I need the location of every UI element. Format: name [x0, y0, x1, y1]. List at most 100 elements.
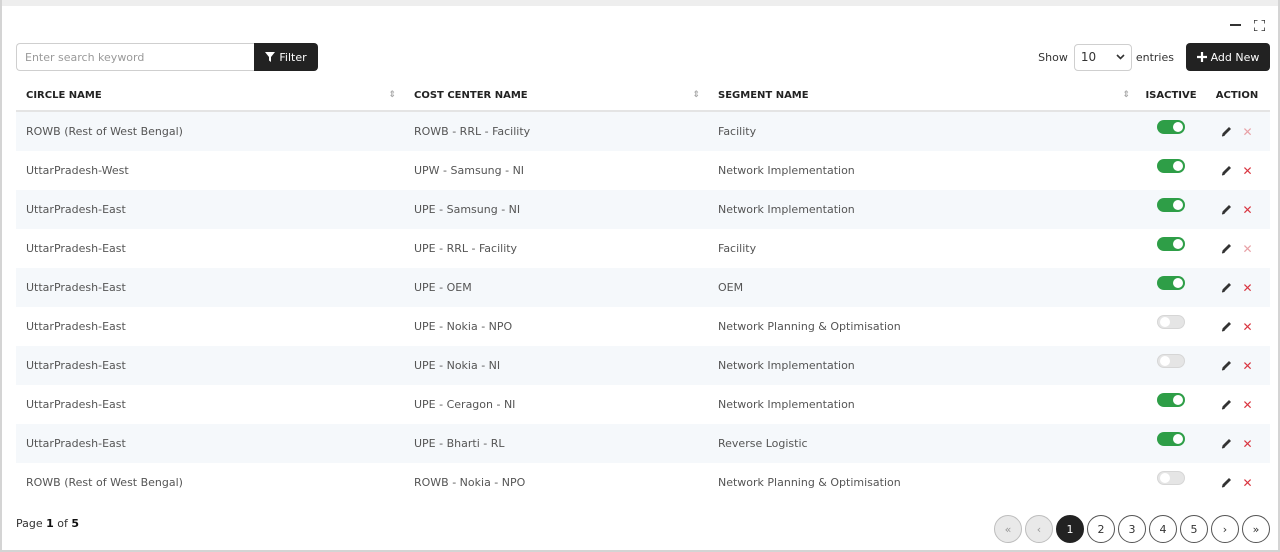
minus-icon — [1229, 24, 1241, 26]
edit-button[interactable] — [1221, 282, 1232, 293]
active-toggle[interactable] — [1157, 393, 1185, 407]
page-button-5[interactable]: 5 — [1180, 515, 1208, 543]
cell-segment-name: OEM — [718, 281, 744, 294]
filter-button[interactable]: Filter — [254, 43, 318, 71]
entries-value: 10 — [1080, 50, 1097, 64]
row-actions: ✕ — [1221, 243, 1253, 255]
delete-button[interactable]: ✕ — [1242, 243, 1252, 255]
edit-button[interactable] — [1221, 243, 1232, 254]
minimize-button[interactable] — [1228, 18, 1242, 32]
active-toggle[interactable] — [1157, 120, 1185, 134]
table-row: UttarPradesh-East UPE - Nokia - NPO Networ… — [16, 307, 1270, 346]
cell-cost-center-name: UPE - Samsung - NI — [414, 203, 521, 216]
toggle-knob — [1173, 278, 1183, 288]
active-toggle[interactable] — [1157, 237, 1185, 251]
cell-isactive — [1138, 151, 1204, 190]
last-page-button[interactable]: » — [1242, 515, 1270, 543]
cell-circle-name: ROWB (Rest of West Bengal) — [26, 476, 183, 489]
delete-button[interactable]: ✕ — [1242, 204, 1252, 216]
pencil-icon — [1222, 478, 1232, 488]
next-page-button[interactable]: › — [1211, 515, 1239, 543]
cell-circle-name: UttarPradesh-East — [26, 242, 126, 255]
cell-isactive — [1138, 268, 1204, 307]
cell-circle-name: UttarPradesh-West — [26, 164, 129, 177]
table-row: UttarPradesh-East UPE - Ceragon - NI Netwo… — [16, 385, 1270, 424]
sort-icon[interactable]: ⇕ — [692, 90, 700, 100]
cell-action: ✕ — [1204, 268, 1270, 307]
first-page-button[interactable]: « — [994, 515, 1022, 543]
close-icon: ✕ — [1242, 202, 1253, 217]
page-prefix: Page — [16, 517, 43, 530]
sort-icon[interactable]: ⇕ — [1122, 90, 1130, 100]
cell-cost-center-name: UPE - Bharti - RL — [414, 437, 505, 450]
fullscreen-button[interactable] — [1252, 18, 1266, 32]
active-toggle[interactable] — [1157, 471, 1185, 485]
delete-button[interactable]: ✕ — [1242, 282, 1252, 294]
edit-button[interactable] — [1221, 399, 1232, 410]
cell-action: ✕ — [1204, 307, 1270, 346]
cell-segment-name: Network Planning & Optimisation — [718, 320, 901, 333]
active-toggle[interactable] — [1157, 315, 1185, 329]
table-row: UttarPradesh-East UPE - OEM OEM ✕ — [16, 268, 1270, 307]
cell-action: ✕ — [1204, 424, 1270, 463]
close-icon: ✕ — [1242, 241, 1253, 256]
column-header-segment-name[interactable]: SEGMENT NAME ⇕ — [708, 80, 1138, 110]
delete-button[interactable]: ✕ — [1242, 399, 1252, 411]
active-toggle[interactable] — [1157, 354, 1185, 368]
delete-button[interactable]: ✕ — [1242, 438, 1252, 450]
edit-button[interactable] — [1221, 126, 1232, 137]
cell-segment-name: Network Planning & Optimisation — [718, 476, 901, 489]
close-icon: ✕ — [1242, 436, 1253, 451]
cell-segment-name: Facility — [718, 125, 757, 138]
entries-select[interactable]: 10 — [1073, 43, 1132, 71]
search-group: Filter — [16, 43, 318, 71]
column-header-label: ISACTIVE — [1145, 89, 1197, 101]
row-actions: ✕ — [1221, 282, 1253, 294]
cell-isactive — [1138, 307, 1204, 346]
column-header-label: SEGMENT NAME — [718, 89, 809, 101]
sort-icon[interactable]: ⇕ — [388, 90, 396, 100]
edit-button[interactable] — [1221, 204, 1232, 215]
delete-button[interactable]: ✕ — [1242, 321, 1252, 333]
pencil-icon — [1222, 322, 1232, 332]
row-actions: ✕ — [1221, 165, 1253, 177]
cell-cost-center-name: UPE - OEM — [414, 281, 472, 294]
data-table: CIRCLE NAME ⇕ COST CENTER NAME ⇕ SEGMENT… — [16, 80, 1270, 502]
active-toggle[interactable] — [1157, 198, 1185, 212]
cell-isactive — [1138, 112, 1204, 151]
delete-button[interactable]: ✕ — [1242, 477, 1252, 489]
column-header-cost-center-name[interactable]: COST CENTER NAME ⇕ — [404, 80, 708, 110]
cell-segment-name: Network Implementation — [718, 359, 855, 372]
page-button-4[interactable]: 4 — [1149, 515, 1177, 543]
prev-page-button[interactable]: ‹ — [1025, 515, 1053, 543]
active-toggle[interactable] — [1157, 159, 1185, 173]
page-button-3[interactable]: 3 — [1118, 515, 1146, 543]
cell-circle-name: UttarPradesh-East — [26, 359, 126, 372]
toggle-knob — [1173, 434, 1183, 444]
edit-button[interactable] — [1221, 477, 1232, 488]
column-header-circle-name[interactable]: CIRCLE NAME ⇕ — [16, 80, 404, 110]
cell-isactive — [1138, 346, 1204, 385]
search-input[interactable] — [16, 43, 254, 71]
cell-action: ✕ — [1204, 385, 1270, 424]
cell-circle-name: UttarPradesh-East — [26, 203, 126, 216]
page-button-2[interactable]: 2 — [1087, 515, 1115, 543]
edit-button[interactable] — [1221, 165, 1232, 176]
edit-button[interactable] — [1221, 438, 1232, 449]
delete-button[interactable]: ✕ — [1242, 165, 1252, 177]
delete-button[interactable]: ✕ — [1242, 360, 1252, 372]
delete-button[interactable]: ✕ — [1242, 126, 1252, 138]
double-chevron-left-icon: « — [1004, 522, 1012, 536]
page-button-1[interactable]: 1 — [1056, 515, 1084, 543]
active-toggle[interactable] — [1157, 276, 1185, 290]
page-number: 3 — [1128, 522, 1136, 536]
of-label: of — [57, 517, 68, 530]
cell-segment-name: Network Implementation — [718, 203, 855, 216]
active-toggle[interactable] — [1157, 432, 1185, 446]
expand-icon — [1253, 19, 1265, 31]
add-new-button[interactable]: Add New — [1186, 43, 1270, 71]
cell-segment-name: Network Implementation — [718, 164, 855, 177]
edit-button[interactable] — [1221, 321, 1232, 332]
edit-button[interactable] — [1221, 360, 1232, 371]
row-actions: ✕ — [1221, 477, 1253, 489]
